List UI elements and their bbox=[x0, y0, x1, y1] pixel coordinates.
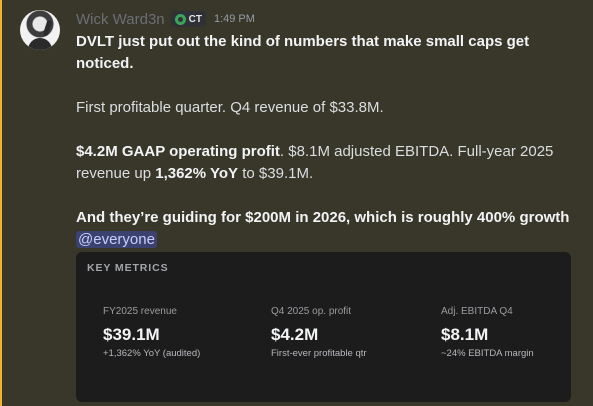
avatar-suit bbox=[28, 38, 52, 50]
message-line-4: And they’re guiding for $200M in 2026, w… bbox=[76, 207, 581, 251]
message-line-2: First profitable quarter. Q4 revenue of … bbox=[76, 99, 384, 116]
guild-tag-icon bbox=[174, 13, 186, 25]
gaap-profit-text: $4.2M GAAP operating profit bbox=[76, 143, 280, 160]
everyone-mention[interactable]: @everyone bbox=[76, 231, 157, 248]
message-header: Wick Ward3n CT 1:49 PM bbox=[76, 10, 255, 28]
metric-label: Q4 2025 op. profit bbox=[271, 306, 352, 317]
metric-value: $4.2M bbox=[271, 325, 319, 344]
metric-adj-ebitda-q4: Adj. EBITDA Q4 $8.1M ~24% EBITDA margin bbox=[441, 306, 593, 359]
embed-title: KEY METRICS bbox=[87, 262, 169, 274]
headline-text: DVLT just put out the kind of numbers th… bbox=[76, 33, 530, 72]
timestamp[interactable]: 1:49 PM bbox=[214, 13, 255, 25]
metric-value: $39.1M bbox=[103, 325, 160, 344]
key-metrics-embed: KEY METRICS FY2025 revenue $39.1M +1,362… bbox=[76, 252, 571, 402]
metric-fy2025-revenue: FY2025 revenue $39.1M +1,362% YoY (audit… bbox=[103, 306, 263, 359]
guild-tag-label: CT bbox=[188, 13, 202, 25]
metric-label: Adj. EBITDA Q4 bbox=[441, 306, 513, 317]
line3-text-b: to $39.1M. bbox=[238, 165, 314, 182]
username[interactable]: Wick Ward3n bbox=[76, 11, 165, 28]
metric-sub: First-ever profitable qtr bbox=[271, 348, 367, 359]
message-content: DVLT just put out the kind of numbers th… bbox=[76, 31, 581, 251]
metric-q4-op-profit: Q4 2025 op. profit $4.2M First-ever prof… bbox=[271, 306, 431, 359]
guidance-text: And they’re guiding for $200M in 2026, w… bbox=[76, 209, 570, 226]
message-line-1: DVLT just put out the kind of numbers th… bbox=[76, 31, 581, 75]
metric-sub: +1,362% YoY (audited) bbox=[103, 348, 201, 359]
yoy-growth-text: 1,362% YoY bbox=[155, 165, 239, 182]
guild-tag[interactable]: CT bbox=[170, 11, 206, 27]
mention-accent-bar bbox=[0, 0, 2, 406]
metric-label: FY2025 revenue bbox=[103, 306, 177, 317]
avatar[interactable] bbox=[20, 10, 60, 50]
avatar-arm bbox=[42, 19, 53, 37]
metric-value: $8.1M bbox=[441, 325, 489, 344]
metric-sub: ~24% EBITDA margin bbox=[441, 348, 534, 359]
message-line-3: $4.2M GAAP operating profit. $8.1M adjus… bbox=[76, 141, 581, 185]
